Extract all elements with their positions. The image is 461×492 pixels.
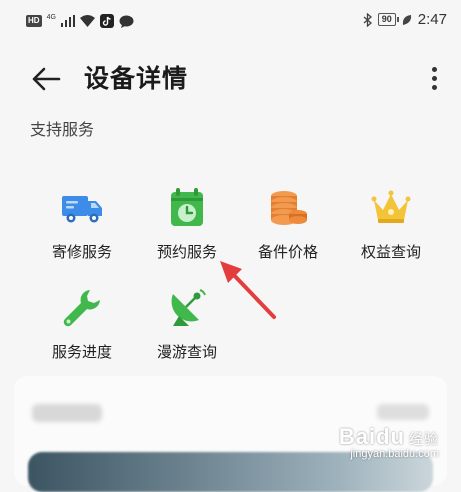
status-left-icons: HD 4G	[26, 13, 134, 29]
blurred-card-title	[32, 404, 102, 422]
service-mail-repair[interactable]: 寄修服务	[32, 186, 132, 276]
service-benefits-query[interactable]: 权益查询	[341, 186, 441, 276]
back-button[interactable]	[30, 62, 64, 96]
hd-badge: HD	[26, 15, 42, 27]
battery-indicator: 90	[377, 13, 399, 26]
service-label: 寄修服务	[51, 243, 112, 261]
status-bar: HD 4G 90 2:47	[0, 0, 461, 42]
annotation-arrow-icon	[220, 261, 276, 319]
wifi-icon	[79, 15, 95, 27]
bluetooth-icon	[363, 12, 372, 27]
message-icon	[119, 15, 134, 28]
wrench-icon	[63, 290, 100, 327]
truck-icon	[62, 196, 102, 223]
more-vertical-icon	[431, 67, 437, 72]
status-right-icons: 90 2:47	[363, 11, 447, 28]
calendar-clock-icon	[171, 188, 203, 226]
service-label: 漫游查询	[156, 343, 217, 361]
watermark-suffix: 经验	[409, 431, 439, 447]
coins-icon	[271, 191, 307, 225]
page-title: 设备详情	[84, 64, 189, 93]
arrow-left-icon	[32, 67, 61, 91]
service-progress[interactable]: 服务进度	[32, 286, 132, 376]
watermark-logo: Baidu	[338, 424, 405, 449]
signal-icon	[60, 15, 75, 27]
watermark-url: jingyan.baidu.com	[350, 448, 439, 460]
tiktok-icon	[99, 14, 114, 28]
baidu-watermark: Baidu 经验 jingyan.baidu.com	[339, 424, 439, 460]
clock: 2:47	[417, 11, 447, 28]
section-title: 支持服务	[30, 120, 95, 139]
crown-icon	[371, 190, 411, 223]
network-type-label: 4G	[46, 13, 56, 21]
blurred-card-more	[377, 404, 429, 420]
more-menu-button[interactable]	[424, 64, 444, 94]
leaf-icon	[402, 14, 411, 25]
satellite-dish-icon	[171, 289, 206, 326]
service-label: 服务进度	[51, 343, 112, 361]
service-label: 权益查询	[360, 243, 421, 261]
